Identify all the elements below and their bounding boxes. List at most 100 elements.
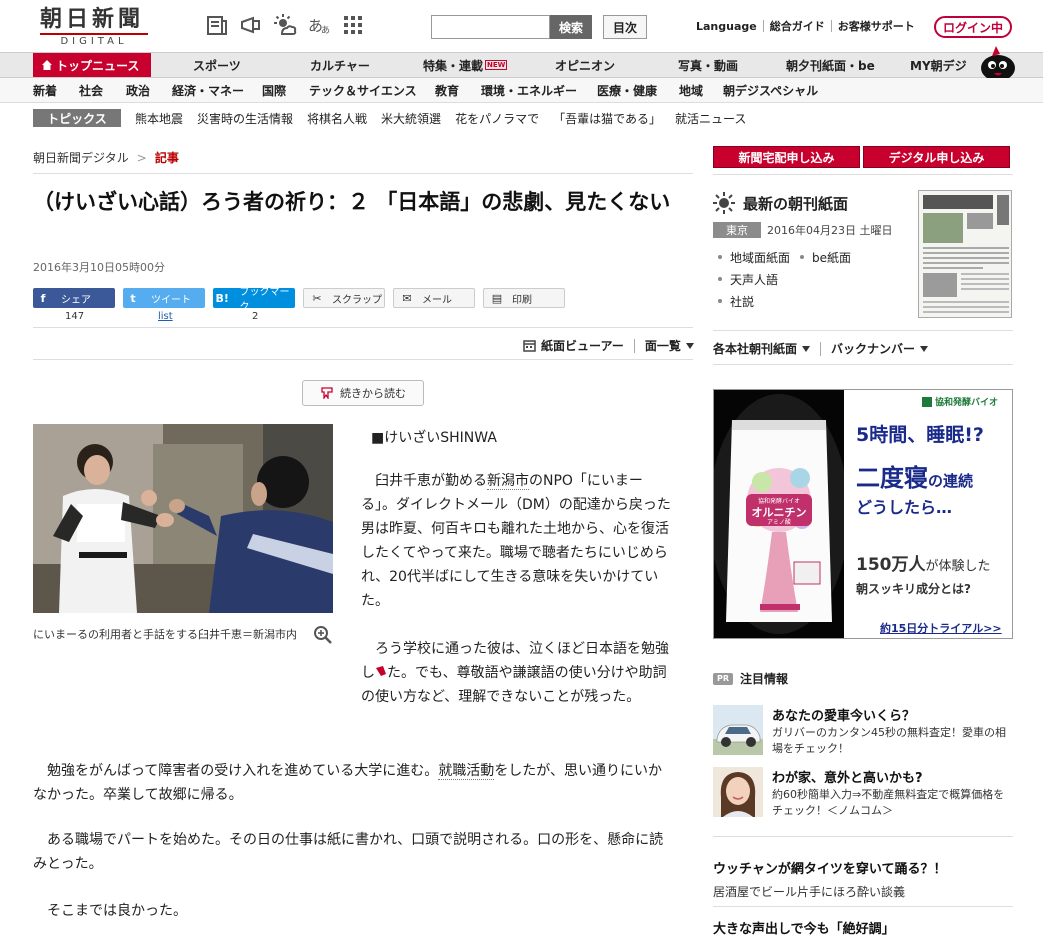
continue-reading-button[interactable]: 続きから読む (302, 380, 424, 406)
mainnav-item-features[interactable]: 特集・連載 NEW (423, 53, 508, 77)
scrap-button[interactable]: ✂ スクラップ (303, 288, 385, 308)
advertisement-banner[interactable]: 協和発酵バイオ オルニチン アミノ酸 協和発酵バイオ 5時間、睡眠!? 二度寝の… (713, 389, 1013, 639)
region-badge[interactable]: 東京 (713, 222, 761, 238)
subnav-item-health[interactable]: 医療・健康 (597, 82, 657, 99)
paper-link-regional[interactable]: 地域面紙面 (730, 249, 790, 266)
topic-link[interactable]: 災害時の生活情報 (197, 110, 293, 127)
topic-link[interactable]: 就活ニュース (675, 110, 746, 127)
back-number-dropdown[interactable]: バックナンバー (831, 340, 929, 357)
external-article-item[interactable]: ウッチャンが網タイツを穿いて踊る？！ 居酒屋でビール片手にほろ酔い談義 (713, 858, 1013, 900)
subnav-item-latest[interactable]: 新着 (33, 82, 57, 99)
keyword-link[interactable]: 新潟市 (487, 473, 529, 490)
subnav-item-society[interactable]: 社会 (79, 82, 103, 99)
news-icon[interactable] (205, 13, 229, 37)
header-links: Language 総合ガイド お客様サポート (690, 18, 921, 34)
facebook-icon: f (40, 291, 46, 305)
subnav-item-region[interactable]: 地域 (679, 82, 703, 99)
mainnav-item-print-edition[interactable]: 朝夕刊紙面・be (786, 53, 875, 77)
divider (33, 359, 693, 360)
pr-badge: PR (713, 672, 733, 685)
breadcrumb-home[interactable]: 朝日新聞デジタル (33, 149, 129, 166)
page-list-label: 面一覧 (644, 339, 681, 353)
subnav-item-special[interactable]: 朝デジスペシャル (723, 82, 818, 99)
digital-subscribe-button[interactable]: デジタル申し込み (863, 146, 1010, 168)
ad-subhead: 二度寝の連続 (856, 458, 973, 493)
ad-cta-link[interactable]: 約15日分トライアル>> (880, 620, 1002, 636)
facebook-share-button[interactable]: f シェア (33, 288, 115, 308)
topic-link[interactable]: 熊本地震 (135, 110, 183, 127)
external-article-item[interactable]: 大きな声出しで今も「絶好調」 (713, 918, 1013, 937)
weather-icon[interactable] (273, 13, 297, 37)
print-button[interactable]: ▤ 印刷 (483, 288, 565, 308)
paper-link-tenseijingo[interactable]: 天声人語 (730, 271, 778, 288)
topic-link[interactable]: 将棋名人戦 (307, 110, 367, 127)
paper-links: 地域面紙面 be紙面 天声人語 社説 (716, 246, 851, 312)
article-paragraph: 臼井千恵が勤める新潟市のNPO「にいまーる」。ダイレクトメール（DM）の配達から… (361, 469, 671, 613)
mainnav-label: 特集・連載 (423, 58, 484, 73)
external-article-title[interactable]: ウッチャンが網タイツを穿いて踊る？！ (713, 858, 1013, 877)
twitter-share-button[interactable]: t ツイート (123, 288, 205, 308)
paper-viewer-link[interactable]: 紙面ビューアー (523, 337, 624, 354)
subnav-item-politics[interactable]: 政治 (126, 82, 150, 99)
grid-menu-icon[interactable] (341, 13, 365, 37)
subnav-item-education[interactable]: 教育 (435, 82, 459, 99)
twitter-list-link[interactable]: list (158, 311, 173, 322)
topic-link[interactable]: 米大統領選 (381, 110, 441, 127)
mainnav-item-culture[interactable]: カルチャー (310, 53, 370, 77)
article-paragraph: 勉強をがんばって障害者の受け入れを進めている大学に進む。就職活動をしたが、思い通… (33, 759, 673, 807)
subnav-item-environment[interactable]: 環境・エネルギー (481, 82, 577, 99)
site-logo[interactable]: 朝日新聞 DIGITAL (40, 7, 152, 47)
topic-link[interactable]: 「吾輩は猫である」 (553, 110, 661, 127)
bullet-icon (718, 299, 722, 303)
ad-stat-big: 150万人 (856, 555, 926, 575)
article-paragraph: そこまでは良かった。 (47, 903, 187, 919)
font-size-icon[interactable]: ああ (307, 13, 331, 37)
share-label: 印刷 (512, 294, 532, 306)
article-photo[interactable] (33, 424, 333, 613)
calendar-icon (523, 340, 536, 352)
zoom-icon[interactable] (313, 625, 333, 645)
search-button[interactable]: 検索 (550, 15, 592, 39)
home-delivery-button[interactable]: 新聞宅配申し込み (713, 146, 860, 168)
pr-item-desc: 約60秒簡単入力⇒不動産無料査定で概算価格をチェック！＜ノムコム＞ (772, 788, 1005, 817)
megaphone-icon[interactable] (239, 13, 263, 37)
keyword-link[interactable]: 就職活動 (438, 763, 495, 780)
pr-heading-label: 注目情報 (740, 672, 789, 686)
paper-link-editorial[interactable]: 社説 (730, 293, 754, 310)
regional-edition-dropdown[interactable]: 各本社朝刊紙面 (713, 340, 811, 357)
share-label: ブックマーク (239, 287, 290, 313)
external-article-title[interactable]: 大きな声出しで今も「絶好調」 (713, 918, 1013, 937)
paper-link-be[interactable]: be紙面 (812, 249, 851, 266)
pr-item-title[interactable]: わが家、意外と高いかも? (772, 767, 923, 786)
login-button[interactable]: ログイン中 (934, 16, 1012, 38)
guide-link[interactable]: 総合ガイド (764, 18, 831, 34)
new-badge: NEW (485, 60, 508, 70)
pr-item[interactable]: わが家、意外と高いかも? 約60秒簡単入力⇒不動産無料査定で概算価格をチェック！… (713, 767, 1013, 819)
hatena-bookmark-button[interactable]: B! ブックマーク (213, 287, 295, 313)
mail-button[interactable]: ✉ メール (393, 288, 475, 308)
search-input[interactable] (431, 15, 550, 39)
column-label: ■けいざいSHINWA (371, 430, 497, 446)
sub-nav: 新着 社会 政治 経済・マネー 国際 テック＆サイエンス 教育 環境・エネルギー… (0, 78, 1043, 103)
mainnav-item-opinion[interactable]: オピニオン (555, 53, 615, 77)
language-link[interactable]: Language (690, 20, 763, 33)
header-tool-icons: ああ (205, 13, 365, 37)
page-list-dropdown[interactable]: 面一覧 (645, 337, 694, 354)
support-link[interactable]: お客様サポート (832, 18, 921, 34)
mainnav-item-top-news[interactable]: トップニュース (33, 53, 152, 77)
mainnav-item-sports[interactable]: スポーツ (193, 53, 241, 77)
index-button[interactable]: 目次 (603, 15, 647, 39)
pr-item[interactable]: あなたの愛車今いくら？ ガリバーのカンタン45秒の無料査定！愛車の相場をチェック… (713, 705, 1013, 757)
subnav-item-tech-science[interactable]: テック＆サイエンス (309, 82, 417, 99)
article-paragraph: ある職場でパートを始めた。その日の仕事は紙に書かれ、口頭で説明される。口の形を、… (33, 832, 664, 872)
breadcrumb-current: 記事 (154, 151, 179, 165)
paper-title-label: 最新の朝刊紙面 (743, 194, 849, 213)
subnav-item-international[interactable]: 国際 (262, 82, 286, 99)
newspaper-thumbnail[interactable] (918, 190, 1012, 318)
external-article-desc: 居酒屋でビール片手にほろ酔い談義 (713, 885, 906, 899)
topic-link[interactable]: 花をパノラマで (455, 110, 539, 127)
subnav-item-economy[interactable]: 経済・マネー (172, 82, 244, 99)
mainnav-item-photo-video[interactable]: 写真・動画 (678, 53, 738, 77)
pr-item-title[interactable]: あなたの愛車今いくら？ (772, 705, 915, 724)
mainnav-item-my-asadigi[interactable]: MY朝デジ (910, 53, 967, 77)
